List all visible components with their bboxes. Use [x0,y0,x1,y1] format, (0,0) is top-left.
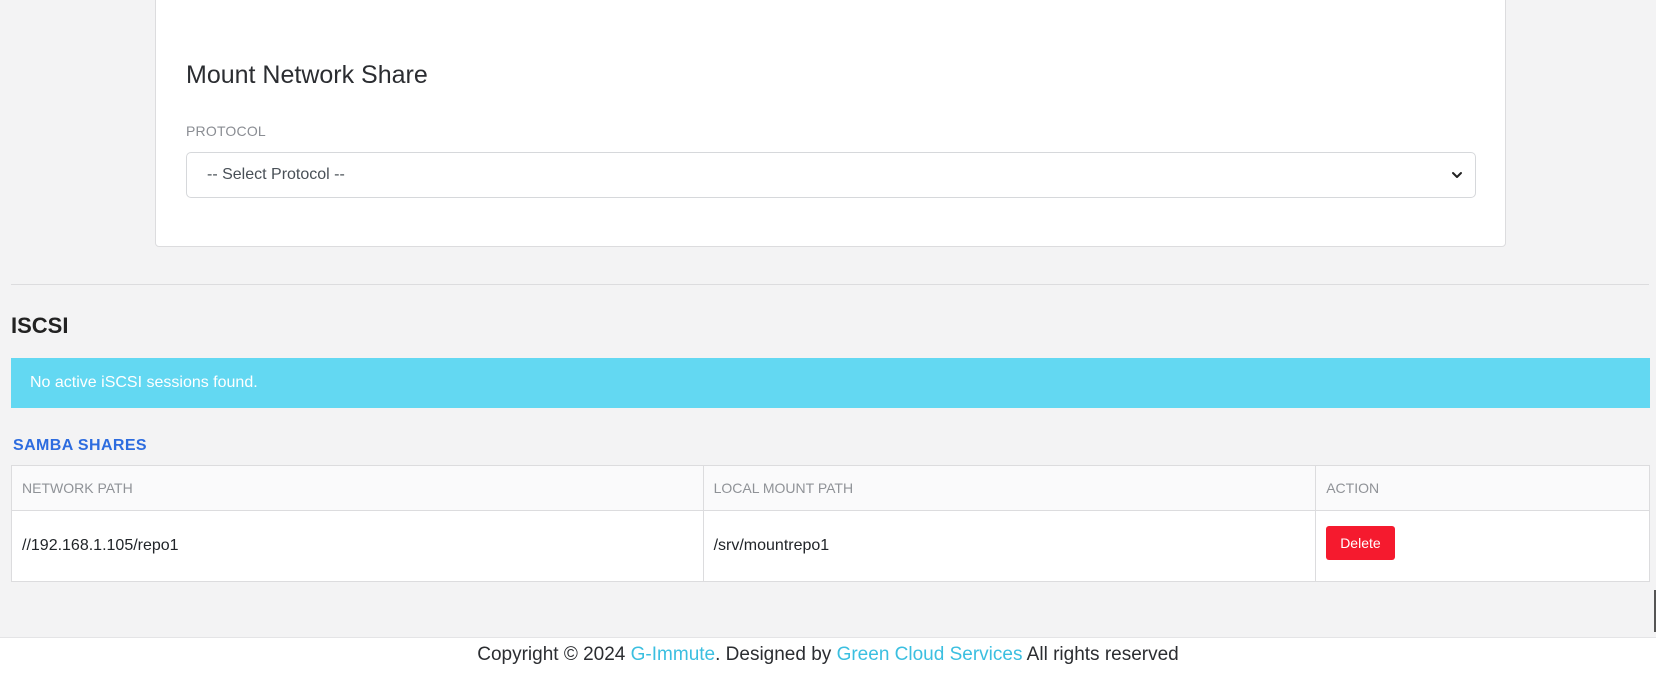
network-path-cell: //192.168.1.105/repo1 [11,510,704,582]
delete-button[interactable]: Delete [1326,526,1395,560]
page: Mount Network Share PROTOCOL -- Select P… [0,0,1656,691]
protocol-label: PROTOCOL [186,123,266,139]
table-header-row: NETWORK PATH LOCAL MOUNT PATH ACTION [11,465,1650,511]
column-header-local-mount-path: LOCAL MOUNT PATH [702,465,1317,511]
samba-shares-table: NETWORK PATH LOCAL MOUNT PATH ACTION //1… [11,465,1650,582]
chevron-down-icon [1452,172,1462,178]
section-divider [11,284,1649,285]
mount-share-title: Mount Network Share [186,61,428,89]
protocol-select-value: -- Select Protocol -- [207,166,345,183]
footer-rights: All rights reserved [1022,644,1179,665]
footer-designer-link[interactable]: Green Cloud Services [837,644,1023,665]
action-cell: Delete [1315,510,1650,582]
footer: Copyright © 2024 G-Immute. Designed by G… [0,637,1656,691]
iscsi-alert-text: No active iSCSI sessions found. [30,374,258,391]
footer-designed-by: . Designed by [715,644,837,665]
mount-share-card: Mount Network Share PROTOCOL -- Select P… [155,0,1506,247]
column-header-action: ACTION [1315,465,1650,511]
footer-company-link[interactable]: G-Immute [631,644,715,665]
samba-shares-heading: SAMBA SHARES [13,437,147,454]
iscsi-heading: ISCSI [11,313,69,338]
protocol-select[interactable]: -- Select Protocol -- [186,152,1476,198]
table-row: //192.168.1.105/repo1 /srv/mountrepo1 De… [11,510,1650,582]
column-header-network-path: NETWORK PATH [11,465,704,511]
footer-copyright: Copyright © 2024 [477,644,631,665]
iscsi-empty-alert: No active iSCSI sessions found. [11,358,1650,408]
local-mount-path-cell: /srv/mountrepo1 [702,510,1317,582]
